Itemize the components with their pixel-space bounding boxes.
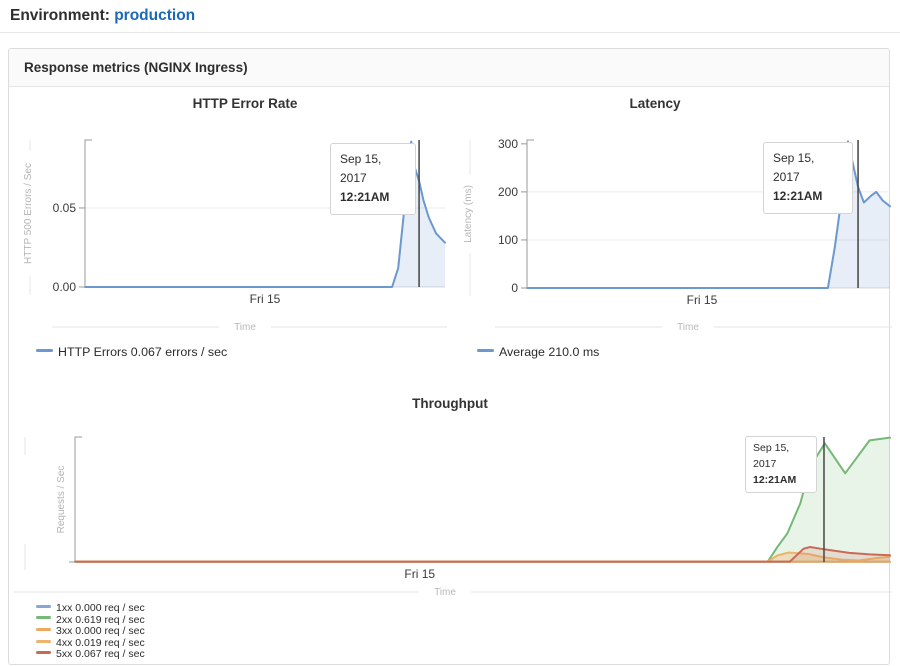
chart-title-http-error-rate: HTTP Error Rate bbox=[193, 96, 298, 111]
tooltip-time: 12:21AM bbox=[773, 187, 843, 206]
legend-swatch bbox=[36, 349, 53, 352]
legend-label: 4xx 0.019 req / sec bbox=[56, 637, 145, 649]
x-tick-label: Fri 15 bbox=[250, 292, 281, 306]
charts-canvas: 0.00 0.05 Fri 15 HTTP 500 Errors / Sec Time 0… bbox=[0, 0, 900, 666]
legend-label: 2xx 0.619 req / sec bbox=[56, 614, 145, 626]
legend-item-latency: Average 210.0 ms bbox=[477, 345, 599, 359]
x-tick-label: Fri 15 bbox=[404, 567, 435, 581]
series-5xx-line bbox=[75, 547, 890, 562]
legend-item-http-error-rate: HTTP Errors 0.067 errors / sec bbox=[36, 345, 227, 359]
y-tick-label: 200 bbox=[498, 185, 518, 199]
y-tick-label: 300 bbox=[498, 137, 518, 151]
legend-swatch bbox=[36, 605, 51, 608]
y-axis-label: HTTP 500 Errors / Sec bbox=[23, 163, 34, 264]
legend-label: 3xx 0.000 req / sec bbox=[56, 625, 145, 637]
legend-label: 5xx 0.067 req / sec bbox=[56, 648, 145, 660]
y-axis bbox=[521, 140, 534, 288]
x-axis-label: Time bbox=[234, 322, 256, 333]
y-axis bbox=[79, 140, 92, 287]
chart-title-throughput: Throughput bbox=[412, 396, 488, 411]
legend-label: HTTP Errors 0.067 errors / sec bbox=[58, 345, 227, 359]
tooltip-latency: Sep 15, 201712:21AM bbox=[763, 142, 853, 214]
legend-swatch bbox=[36, 628, 51, 631]
tooltip-time: 12:21AM bbox=[340, 188, 406, 207]
tooltip-date: Sep 15, 2017 bbox=[340, 150, 406, 188]
y-axis bbox=[69, 437, 82, 562]
y-axis-label: Latency (ms) bbox=[463, 185, 474, 243]
legend-item-throughput: 2xx 0.619 req / sec bbox=[36, 614, 145, 626]
legend-item-throughput: 1xx 0.000 req / sec bbox=[36, 602, 145, 614]
x-tick-label: Fri 15 bbox=[687, 293, 718, 307]
y-axis-label: Requests / Sec bbox=[56, 466, 67, 534]
tooltip-http-error-rate: Sep 15, 201712:21AM bbox=[330, 143, 416, 215]
y-tick-label: 0 bbox=[511, 281, 518, 295]
x-axis-label: Time bbox=[677, 322, 699, 333]
legend-item-throughput: 5xx 0.067 req / sec bbox=[36, 648, 145, 660]
tooltip-date: Sep 15, 2017 bbox=[753, 441, 809, 473]
legend-swatch bbox=[477, 349, 494, 352]
y-tick-label: 100 bbox=[498, 233, 518, 247]
tooltip-date: Sep 15, 2017 bbox=[773, 149, 843, 187]
x-axis-label: Time bbox=[434, 587, 456, 598]
y-tick-label: 0.05 bbox=[53, 201, 77, 215]
chart-title-latency: Latency bbox=[629, 96, 680, 111]
tooltip-time: 12:21AM bbox=[753, 473, 809, 489]
legend-swatch bbox=[36, 616, 51, 619]
tooltip-throughput: Sep 15, 201712:21AM bbox=[745, 436, 817, 493]
series-5xx-area bbox=[75, 547, 890, 562]
y-tick-label: 0.00 bbox=[53, 280, 77, 294]
legend-swatch bbox=[36, 640, 51, 643]
page: Environment: production Response metrics… bbox=[0, 0, 900, 666]
legend-label: Average 210.0 ms bbox=[499, 345, 599, 359]
legend-swatch bbox=[36, 651, 51, 654]
legend-item-throughput: 3xx 0.000 req / sec bbox=[36, 625, 145, 637]
legend-item-throughput: 4xx 0.019 req / sec bbox=[36, 637, 145, 649]
legend-label: 1xx 0.000 req / sec bbox=[56, 602, 145, 614]
